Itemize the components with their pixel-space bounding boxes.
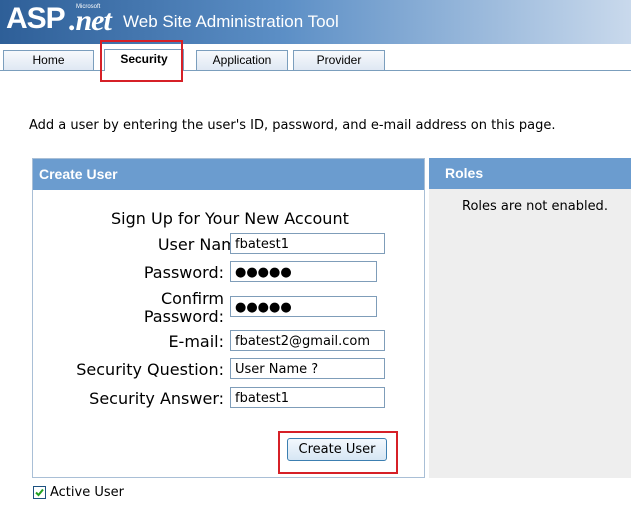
security-question-label: Security Question:	[76, 360, 224, 379]
form-title: Sign Up for Your New Account	[111, 209, 349, 228]
confirm-label-line2: Password:	[143, 307, 224, 326]
security-answer-input[interactable]: fbatest1	[230, 387, 385, 408]
tab-security[interactable]: Security	[104, 49, 184, 71]
logo-asp-text: ASP	[6, 2, 66, 35]
user-name-input[interactable]: fbatest1	[230, 233, 385, 254]
tab-application[interactable]: Application	[196, 50, 288, 70]
email-input[interactable]: fbatest2@gmail.com	[230, 330, 385, 351]
active-user-label: Active User	[50, 485, 124, 500]
create-user-button[interactable]: Create User	[287, 438, 387, 461]
tab-home[interactable]: Home	[3, 50, 94, 70]
app-title: Web Site Administration Tool	[123, 12, 339, 31]
security-question-input[interactable]: User Name ?	[230, 358, 385, 379]
create-user-panel: Create User Sign Up for Your New Account…	[32, 158, 425, 478]
tab-divider	[0, 70, 631, 71]
create-user-panel-header: Create User	[33, 159, 424, 190]
email-label: E-mail:	[168, 332, 224, 351]
confirm-label-line1: Confirm	[160, 289, 224, 308]
app-header: ASP Microsoft .net Web Site Administrati…	[0, 0, 631, 44]
tab-provider[interactable]: Provider	[293, 50, 385, 70]
confirm-password-input[interactable]: ●●●●●	[230, 296, 377, 317]
logo-net-text: .net	[69, 4, 112, 37]
password-label: Password:	[143, 263, 224, 282]
page-instructions: Add a user by entering the user's ID, pa…	[29, 118, 556, 133]
roles-message: Roles are not enabled.	[462, 199, 608, 214]
roles-panel-header: Roles	[429, 158, 631, 189]
checkmark-icon	[35, 488, 44, 497]
security-answer-label: Security Answer:	[89, 389, 224, 408]
password-input[interactable]: ●●●●●	[230, 261, 377, 282]
active-user-checkbox[interactable]	[33, 486, 46, 499]
roles-panel: Roles Roles are not enabled.	[429, 158, 631, 478]
